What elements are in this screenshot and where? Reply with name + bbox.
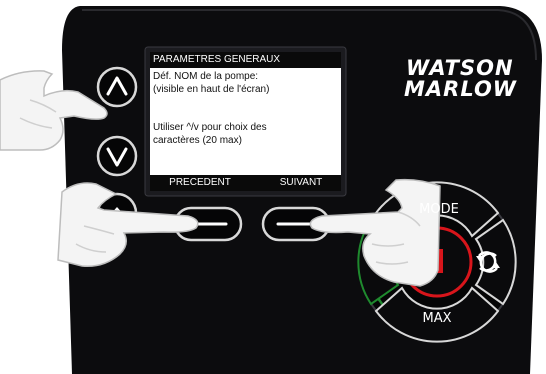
up-key[interactable] bbox=[96, 66, 138, 108]
softkey-bar: PRECEDENT SUIVANT bbox=[150, 175, 341, 191]
softkey-label-left: PRECEDENT bbox=[169, 177, 231, 188]
brand-logo-line1: WATSON bbox=[406, 56, 514, 80]
screen-line-3: Utiliser ^/v pour choix des bbox=[153, 122, 267, 133]
screen-line-1: Déf. NOM de la pompe: bbox=[153, 71, 259, 82]
lcd-screen: PARAMETRES GENERAUX Déf. NOM de la pompe… bbox=[150, 52, 341, 191]
mode-key-label: MODE bbox=[419, 202, 459, 217]
down-key[interactable] bbox=[96, 135, 138, 177]
screen-line-2: (visible en haut de l'écran) bbox=[153, 84, 270, 95]
max-key-label: MAX bbox=[422, 311, 452, 326]
softkey-label-right: SUIVANT bbox=[279, 177, 323, 188]
screen-line-4: caractères (20 max) bbox=[153, 135, 242, 146]
screen-header: PARAMETRES GENERAUX bbox=[150, 52, 341, 68]
pump-control-panel: PARAMETRES GENERAUX Déf. NOM de la pompe… bbox=[0, 0, 546, 374]
brand-logo-line2: MARLOW bbox=[404, 77, 517, 101]
